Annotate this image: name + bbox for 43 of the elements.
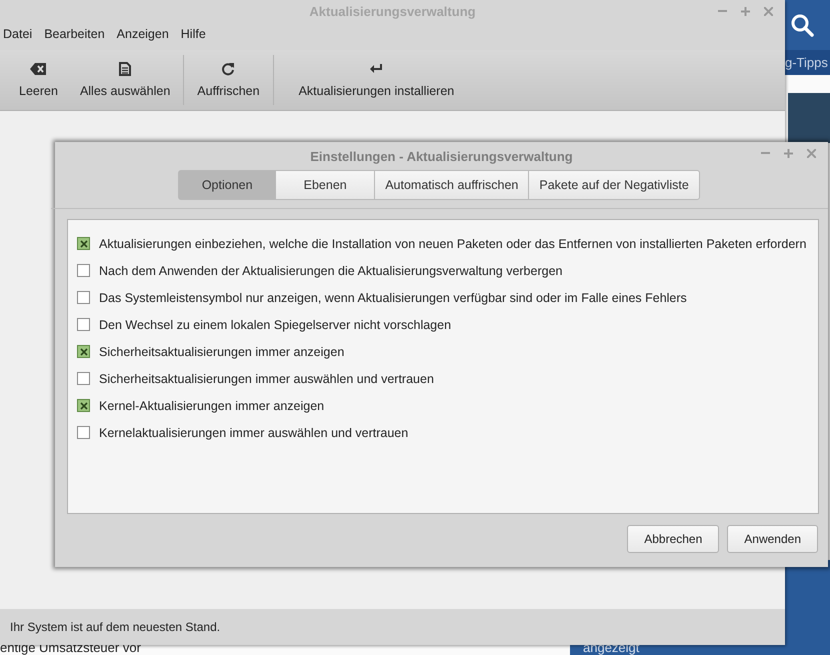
checkbox[interactable] (77, 264, 90, 277)
option-label: Den Wechsel zu einem lokalen Spiegelserver nicht vorschlagen (99, 318, 452, 332)
document-icon (119, 62, 132, 76)
toolbar-button[interactable]: Auffrischen (186, 58, 271, 102)
menu-item[interactable]: Bearbeiten (44, 27, 105, 41)
tab[interactable]: Pakete auf der Negativliste (528, 170, 700, 200)
tab[interactable]: Ebenen (275, 170, 376, 200)
tab[interactable]: Automatisch auffrischen (374, 170, 530, 200)
search-icon[interactable] (790, 13, 814, 37)
backspace-icon (30, 63, 46, 75)
checkbox[interactable] (77, 426, 90, 439)
toolbar-button[interactable]: Aktualisierungen installieren (288, 58, 466, 102)
checkbox[interactable] (77, 237, 90, 250)
checkbox[interactable] (77, 399, 90, 412)
dialog-button[interactable]: Abbrechen (627, 525, 720, 553)
tab[interactable]: Optionen (178, 170, 276, 200)
option-label: Sicherheitsaktualisierungen immer auswählen und vertrauen (99, 372, 434, 386)
enter-arrow-icon (369, 63, 384, 75)
dialog-button[interactable]: Anwenden (727, 525, 818, 553)
status-text: Ihr System ist auf dem neuesten Stand. (0, 609, 785, 645)
menu-item[interactable]: Anzeigen (116, 27, 169, 41)
option-label: Nach dem Anwenden der Aktualisierungen die Aktualisierungsverwaltung verbergen (99, 264, 562, 278)
checkbox[interactable] (77, 318, 90, 331)
option-label: Kernelaktualisierungen immer auswählen und vertrauen (99, 426, 408, 440)
option-label: Sicherheitsaktualisierungen immer anzeigen (99, 344, 344, 358)
photo-placeholder (788, 93, 830, 143)
maximize-icon[interactable] (784, 148, 793, 158)
refresh-icon (221, 62, 236, 76)
option-label: Kernel-Aktualisierungen immer anzeigen (99, 398, 324, 412)
close-icon[interactable] (764, 6, 773, 16)
toolbar-button[interactable]: Alles auswählen (68, 58, 182, 102)
checkbox[interactable] (77, 372, 90, 385)
option-label: Aktualisierungen einbeziehen, welche die Installation von neuen Paketen oder das Entfernen von installierten Paketen erfordern (99, 236, 806, 250)
checkbox[interactable] (77, 291, 90, 304)
close-icon[interactable] (807, 148, 816, 158)
option-label: Das Systemleistensymbol nur anzeigen, wenn Aktualisierungen verfügbar sind oder im Falle eines Fehlers (99, 290, 687, 304)
toolbar-button[interactable]: Leeren (8, 58, 69, 102)
menu-item[interactable]: Datei (3, 27, 32, 41)
maximize-icon[interactable] (741, 6, 750, 16)
web-nav-link[interactable]: g-Tipps (785, 50, 830, 75)
menu-item[interactable]: Hilfe (180, 27, 206, 41)
checkbox[interactable] (77, 345, 90, 358)
dialog-title: Einstellungen - Aktualisierungsverwaltung (310, 148, 573, 164)
